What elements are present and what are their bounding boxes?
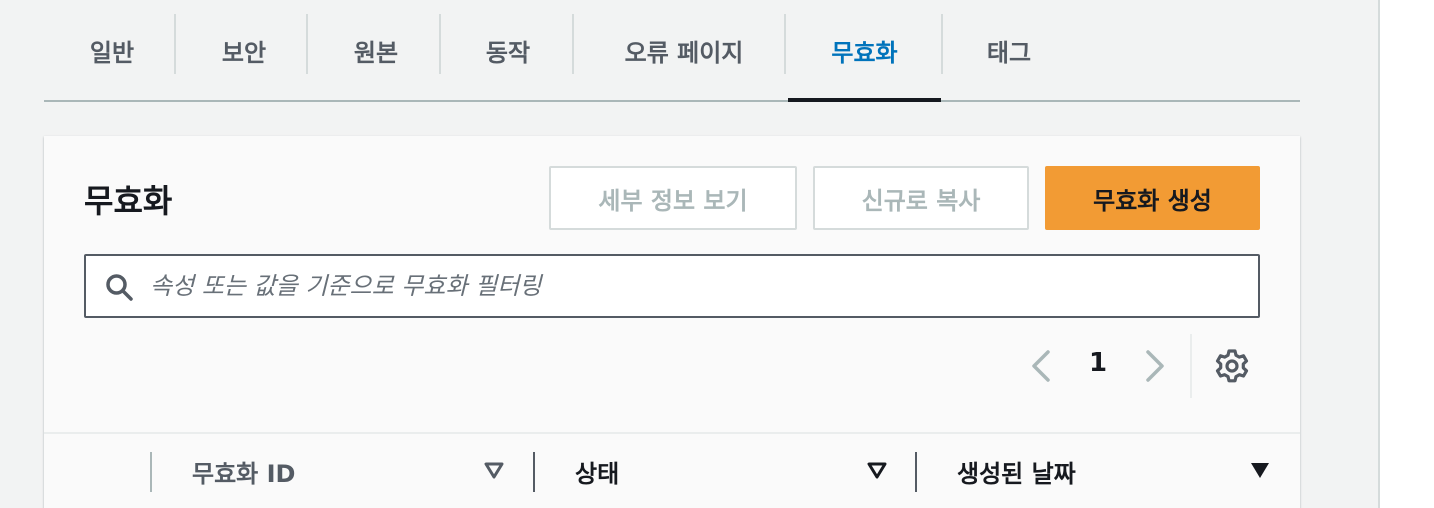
page-number[interactable]: 1 bbox=[1084, 348, 1112, 384]
tab-error-pages[interactable]: 오류 페이지 bbox=[604, 0, 764, 100]
tab-divider bbox=[306, 14, 308, 74]
sort-down-icon[interactable] bbox=[484, 462, 504, 480]
tab-behaviors[interactable]: 동작 bbox=[468, 0, 548, 100]
invalidations-panel: 무효화 세부 정보 보기 신규로 복사 무효화 생성 1 무효화 ID 상태 bbox=[44, 136, 1300, 508]
create-invalidation-button[interactable]: 무효화 생성 bbox=[1045, 166, 1260, 230]
copy-to-new-button[interactable]: 신규로 복사 bbox=[813, 166, 1029, 230]
tab-general[interactable]: 일반 bbox=[72, 0, 152, 100]
tab-divider bbox=[572, 14, 574, 74]
column-divider bbox=[533, 452, 535, 492]
tab-divider bbox=[174, 14, 176, 74]
settings-icon[interactable] bbox=[1214, 348, 1250, 384]
view-details-button[interactable]: 세부 정보 보기 bbox=[549, 166, 797, 230]
tab-origins[interactable]: 원본 bbox=[336, 0, 416, 100]
right-pane bbox=[1380, 0, 1434, 508]
filter-input[interactable] bbox=[150, 256, 1250, 316]
tab-bar: 일반 보안 원본 동작 오류 페이지 무효화 태그 bbox=[44, 0, 1300, 102]
table-header: 무효화 ID 상태 생성된 날짜 bbox=[44, 432, 1300, 508]
pagination-divider bbox=[1190, 334, 1192, 398]
panel-title: 무효화 bbox=[84, 182, 173, 220]
tab-invalidations[interactable]: 무효화 bbox=[788, 0, 941, 102]
column-divider bbox=[915, 452, 917, 492]
tab-divider bbox=[784, 14, 786, 74]
sort-down-icon[interactable] bbox=[867, 462, 887, 480]
sort-down-icon[interactable] bbox=[1250, 462, 1270, 480]
tab-security[interactable]: 보안 bbox=[204, 0, 284, 100]
column-divider bbox=[150, 452, 152, 492]
tab-divider bbox=[439, 14, 441, 74]
chevron-right-icon[interactable] bbox=[1134, 346, 1174, 386]
column-header-created-date[interactable]: 생성된 날짜 bbox=[957, 454, 1076, 489]
chevron-left-icon[interactable] bbox=[1022, 346, 1062, 386]
search-icon bbox=[106, 274, 133, 301]
tab-tags[interactable]: 태그 bbox=[968, 0, 1050, 100]
column-header-invalidation-id[interactable]: 무효화 ID bbox=[192, 454, 295, 489]
tab-divider bbox=[941, 14, 943, 74]
filter-search-box bbox=[84, 254, 1260, 318]
column-header-status[interactable]: 상태 bbox=[575, 454, 619, 489]
